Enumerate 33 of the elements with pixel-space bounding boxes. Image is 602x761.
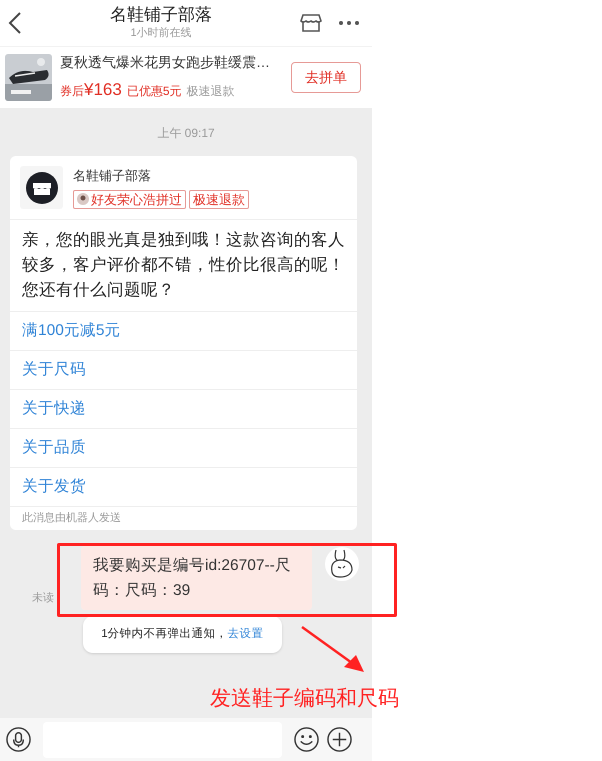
more-icon[interactable]: [338, 20, 360, 26]
microphone-icon[interactable]: [6, 727, 31, 752]
tag-text: 极速退款: [193, 190, 245, 208]
discount: 已优惠5元: [126, 83, 182, 100]
robot-note: 此消息由机器人发送: [21, 511, 122, 526]
quick-option[interactable]: 关于尺码: [10, 351, 357, 390]
friend-avatar: [77, 193, 89, 206]
quick-option[interactable]: 关于发货: [10, 468, 357, 507]
add-icon[interactable]: [327, 727, 352, 752]
timestamp: 上午 09:17: [157, 125, 215, 142]
emoji-icon[interactable]: [294, 727, 319, 752]
back-icon[interactable]: [8, 11, 22, 35]
product-title[interactable]: 夏秋透气爆米花男女跑步鞋缓震…: [60, 52, 283, 74]
toast-text: 1分钟内不再弹出通知，: [101, 626, 228, 642]
unread-status: 未读: [32, 591, 54, 606]
shop-name: 名鞋铺子部落: [73, 167, 152, 186]
rabbit-avatar: [324, 546, 360, 582]
price: ¥163: [84, 79, 122, 102]
annotation-caption: 发送鞋子编码和尺码: [210, 686, 399, 712]
tag-text: 好友荣心浩拼过: [91, 190, 182, 208]
price-prefix: 券后: [60, 83, 84, 100]
quick-option[interactable]: 关于快递: [10, 390, 357, 429]
store-icon[interactable]: [300, 13, 322, 33]
message-bubble: 我要购买是编号id:26707--尺码：尺码：39: [81, 546, 312, 610]
arrow-icon: [300, 625, 365, 673]
quick-option[interactable]: 满100元减5元: [10, 312, 357, 351]
online-status: 1小时前在线: [130, 26, 192, 41]
message-text: 亲，您的眼光真是独到哦！这款咨询的客人较多，客户评价都不错，性价比很高的呢！您还有什么问题呢？: [10, 220, 357, 312]
settings-link[interactable]: 去设置: [228, 626, 264, 644]
quick-option[interactable]: 关于品质: [10, 429, 357, 468]
group-buy-button[interactable]: 去拼单: [291, 62, 361, 93]
chat-title: 名鞋铺子部落: [110, 5, 212, 25]
service-tag: 极速退款: [186, 82, 235, 100]
